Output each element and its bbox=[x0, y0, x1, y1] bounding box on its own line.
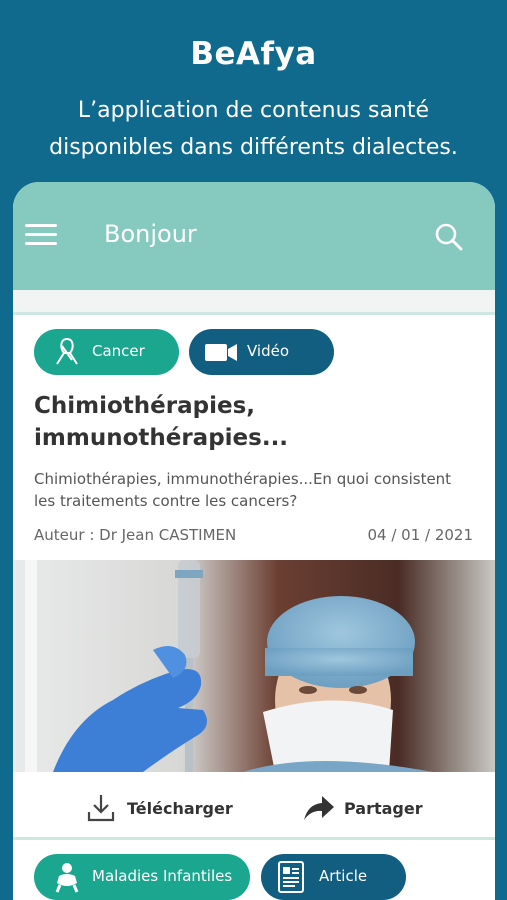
card-divider bbox=[13, 312, 495, 315]
category-chip-maladies-infantiles[interactable]: Maladies Infantiles bbox=[34, 854, 250, 900]
download-icon bbox=[85, 792, 117, 824]
type-chip-article[interactable]: Article bbox=[261, 854, 406, 900]
category-label: Maladies Infantiles bbox=[92, 867, 233, 885]
app-bar-title: Bonjour bbox=[104, 220, 197, 248]
share-label: Partager bbox=[344, 798, 423, 818]
video-camera-icon bbox=[204, 337, 237, 369]
type-label: Article bbox=[319, 867, 368, 885]
phone-screen: Bonjour Cancer Vidéo Chimiothérapies, im… bbox=[13, 182, 495, 900]
article-title[interactable]: Chimiothérapies, immunothérapies... bbox=[34, 390, 474, 454]
search-icon[interactable] bbox=[434, 222, 464, 252]
article-card[interactable]: Cancer Vidéo Chimiothérapies, immunothér… bbox=[13, 312, 495, 837]
article-description: Chimiothérapies, immunothérapies...En qu… bbox=[34, 470, 452, 510]
document-icon bbox=[277, 860, 307, 893]
baby-icon bbox=[52, 861, 82, 893]
type-chip-video[interactable]: Vidéo bbox=[189, 329, 334, 375]
download-label: Télécharger bbox=[127, 798, 233, 818]
hamburger-menu-icon[interactable] bbox=[25, 224, 57, 246]
article-date: 04 / 01 / 2021 bbox=[367, 526, 473, 544]
category-chip-cancer[interactable]: Cancer bbox=[34, 329, 179, 375]
hero-title: BeAfya bbox=[190, 36, 317, 72]
spacer bbox=[13, 290, 495, 293]
share-arrow-icon bbox=[302, 792, 334, 824]
article-card[interactable]: Maladies Infantiles Article bbox=[13, 840, 495, 900]
app-bar: Bonjour bbox=[13, 182, 495, 290]
type-label: Vidéo bbox=[247, 342, 290, 360]
article-thumbnail[interactable] bbox=[13, 560, 495, 772]
share-button[interactable]: Partager bbox=[302, 790, 423, 826]
download-button[interactable]: Télécharger bbox=[85, 790, 233, 826]
cancer-ribbon-icon bbox=[52, 336, 82, 368]
category-label: Cancer bbox=[92, 342, 145, 360]
article-author: Auteur : Dr Jean CASTIMEN bbox=[34, 526, 237, 544]
hero-tagline: L’application de contenus santé disponib… bbox=[49, 98, 458, 160]
